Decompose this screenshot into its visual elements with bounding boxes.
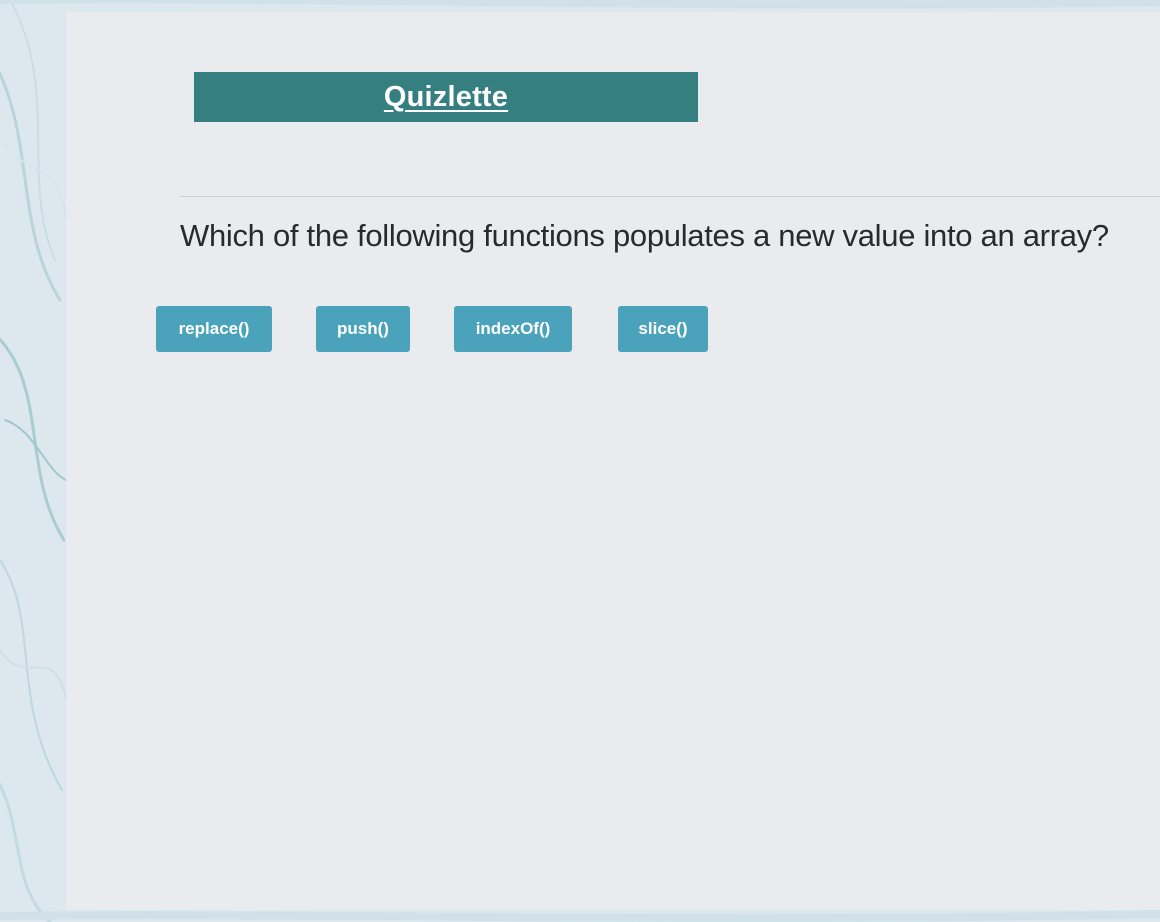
question-text: Which of the following functions populat… (180, 218, 1109, 253)
app-title-link[interactable]: Quizlette (384, 81, 508, 114)
divider (180, 196, 1160, 197)
quiz-card: Quizlette Which of the following functio… (66, 12, 1160, 910)
app-header: Quizlette (194, 72, 698, 122)
answer-button-indexof[interactable]: indexOf() (454, 306, 572, 352)
answer-options: replace() push() indexOf() slice() (66, 306, 1160, 352)
answer-button-replace[interactable]: replace() (156, 306, 272, 352)
answer-button-slice[interactable]: slice() (618, 306, 708, 352)
answer-button-push[interactable]: push() (316, 306, 410, 352)
